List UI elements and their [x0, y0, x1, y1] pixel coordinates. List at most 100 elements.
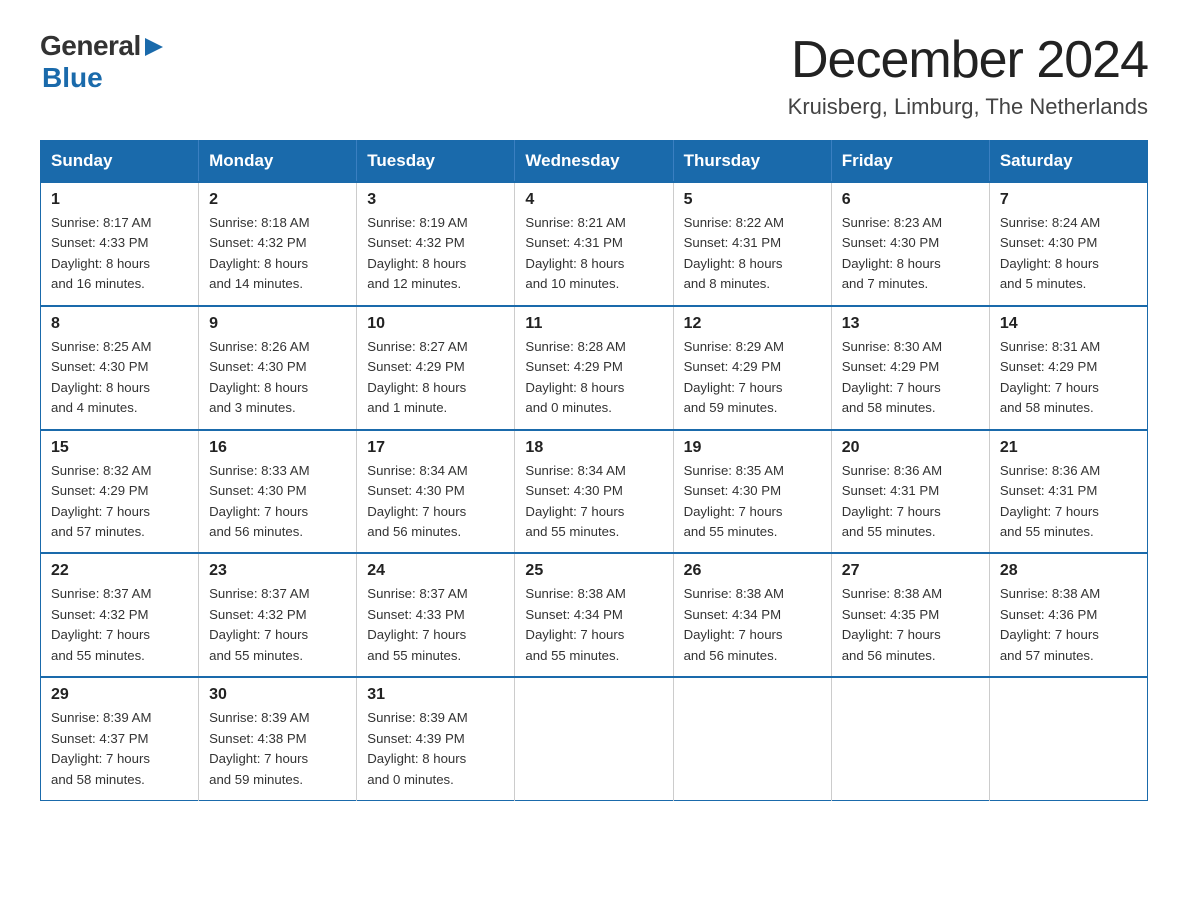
- calendar-cell: 15 Sunrise: 8:32 AMSunset: 4:29 PMDaylig…: [41, 430, 199, 554]
- day-number: 19: [684, 439, 821, 457]
- calendar-cell: 3 Sunrise: 8:19 AMSunset: 4:32 PMDayligh…: [357, 182, 515, 306]
- day-info: Sunrise: 8:30 AMSunset: 4:29 PMDaylight:…: [842, 337, 979, 419]
- day-number: 3: [367, 191, 504, 209]
- day-number: 2: [209, 191, 346, 209]
- week-row-2: 8 Sunrise: 8:25 AMSunset: 4:30 PMDayligh…: [41, 306, 1148, 430]
- week-row-5: 29 Sunrise: 8:39 AMSunset: 4:37 PMDaylig…: [41, 677, 1148, 800]
- day-number: 11: [525, 315, 662, 333]
- day-info: Sunrise: 8:38 AMSunset: 4:35 PMDaylight:…: [842, 584, 979, 666]
- calendar-cell: 28 Sunrise: 8:38 AMSunset: 4:36 PMDaylig…: [989, 553, 1147, 677]
- logo-general-text: General: [40, 30, 141, 62]
- calendar-cell: 14 Sunrise: 8:31 AMSunset: 4:29 PMDaylig…: [989, 306, 1147, 430]
- week-row-4: 22 Sunrise: 8:37 AMSunset: 4:32 PMDaylig…: [41, 553, 1148, 677]
- day-number: 4: [525, 191, 662, 209]
- day-info: Sunrise: 8:29 AMSunset: 4:29 PMDaylight:…: [684, 337, 821, 419]
- day-info: Sunrise: 8:33 AMSunset: 4:30 PMDaylight:…: [209, 461, 346, 543]
- day-number: 9: [209, 315, 346, 333]
- day-info: Sunrise: 8:37 AMSunset: 4:33 PMDaylight:…: [367, 584, 504, 666]
- calendar-cell: 16 Sunrise: 8:33 AMSunset: 4:30 PMDaylig…: [199, 430, 357, 554]
- day-number: 16: [209, 439, 346, 457]
- calendar-cell: [673, 677, 831, 800]
- logo: General Blue: [40, 30, 165, 94]
- day-info: Sunrise: 8:18 AMSunset: 4:32 PMDaylight:…: [209, 213, 346, 295]
- calendar-cell: 12 Sunrise: 8:29 AMSunset: 4:29 PMDaylig…: [673, 306, 831, 430]
- calendar-cell: 9 Sunrise: 8:26 AMSunset: 4:30 PMDayligh…: [199, 306, 357, 430]
- calendar-cell: 21 Sunrise: 8:36 AMSunset: 4:31 PMDaylig…: [989, 430, 1147, 554]
- week-row-3: 15 Sunrise: 8:32 AMSunset: 4:29 PMDaylig…: [41, 430, 1148, 554]
- day-number: 12: [684, 315, 821, 333]
- day-number: 10: [367, 315, 504, 333]
- day-info: Sunrise: 8:38 AMSunset: 4:34 PMDaylight:…: [684, 584, 821, 666]
- calendar-cell: 10 Sunrise: 8:27 AMSunset: 4:29 PMDaylig…: [357, 306, 515, 430]
- logo-blue-text: Blue: [42, 62, 103, 93]
- header-wednesday: Wednesday: [515, 141, 673, 183]
- day-number: 21: [1000, 439, 1137, 457]
- day-number: 22: [51, 562, 188, 580]
- calendar-cell: 5 Sunrise: 8:22 AMSunset: 4:31 PMDayligh…: [673, 182, 831, 306]
- day-info: Sunrise: 8:31 AMSunset: 4:29 PMDaylight:…: [1000, 337, 1137, 419]
- day-number: 26: [684, 562, 821, 580]
- calendar-cell: [989, 677, 1147, 800]
- calendar-cell: 7 Sunrise: 8:24 AMSunset: 4:30 PMDayligh…: [989, 182, 1147, 306]
- calendar-cell: 31 Sunrise: 8:39 AMSunset: 4:39 PMDaylig…: [357, 677, 515, 800]
- week-row-1: 1 Sunrise: 8:17 AMSunset: 4:33 PMDayligh…: [41, 182, 1148, 306]
- calendar-cell: 2 Sunrise: 8:18 AMSunset: 4:32 PMDayligh…: [199, 182, 357, 306]
- calendar-cell: 23 Sunrise: 8:37 AMSunset: 4:32 PMDaylig…: [199, 553, 357, 677]
- day-info: Sunrise: 8:32 AMSunset: 4:29 PMDaylight:…: [51, 461, 188, 543]
- calendar-cell: 8 Sunrise: 8:25 AMSunset: 4:30 PMDayligh…: [41, 306, 199, 430]
- day-info: Sunrise: 8:36 AMSunset: 4:31 PMDaylight:…: [1000, 461, 1137, 543]
- header-saturday: Saturday: [989, 141, 1147, 183]
- header-thursday: Thursday: [673, 141, 831, 183]
- day-number: 6: [842, 191, 979, 209]
- calendar-cell: 11 Sunrise: 8:28 AMSunset: 4:29 PMDaylig…: [515, 306, 673, 430]
- calendar-cell: 13 Sunrise: 8:30 AMSunset: 4:29 PMDaylig…: [831, 306, 989, 430]
- day-info: Sunrise: 8:35 AMSunset: 4:30 PMDaylight:…: [684, 461, 821, 543]
- calendar-cell: 6 Sunrise: 8:23 AMSunset: 4:30 PMDayligh…: [831, 182, 989, 306]
- calendar-cell: [831, 677, 989, 800]
- calendar-cell: 19 Sunrise: 8:35 AMSunset: 4:30 PMDaylig…: [673, 430, 831, 554]
- day-number: 17: [367, 439, 504, 457]
- day-number: 5: [684, 191, 821, 209]
- title-section: December 2024 Kruisberg, Limburg, The Ne…: [788, 30, 1148, 120]
- day-info: Sunrise: 8:39 AMSunset: 4:37 PMDaylight:…: [51, 708, 188, 790]
- day-info: Sunrise: 8:17 AMSunset: 4:33 PMDaylight:…: [51, 213, 188, 295]
- header-tuesday: Tuesday: [357, 141, 515, 183]
- day-info: Sunrise: 8:21 AMSunset: 4:31 PMDaylight:…: [525, 213, 662, 295]
- day-info: Sunrise: 8:38 AMSunset: 4:36 PMDaylight:…: [1000, 584, 1137, 666]
- calendar-cell: 18 Sunrise: 8:34 AMSunset: 4:30 PMDaylig…: [515, 430, 673, 554]
- day-number: 27: [842, 562, 979, 580]
- calendar-cell: 26 Sunrise: 8:38 AMSunset: 4:34 PMDaylig…: [673, 553, 831, 677]
- day-info: Sunrise: 8:37 AMSunset: 4:32 PMDaylight:…: [209, 584, 346, 666]
- day-number: 29: [51, 686, 188, 704]
- calendar-cell: 20 Sunrise: 8:36 AMSunset: 4:31 PMDaylig…: [831, 430, 989, 554]
- day-info: Sunrise: 8:39 AMSunset: 4:39 PMDaylight:…: [367, 708, 504, 790]
- day-info: Sunrise: 8:39 AMSunset: 4:38 PMDaylight:…: [209, 708, 346, 790]
- day-number: 30: [209, 686, 346, 704]
- day-number: 20: [842, 439, 979, 457]
- day-info: Sunrise: 8:38 AMSunset: 4:34 PMDaylight:…: [525, 584, 662, 666]
- day-info: Sunrise: 8:24 AMSunset: 4:30 PMDaylight:…: [1000, 213, 1137, 295]
- day-number: 28: [1000, 562, 1137, 580]
- day-number: 7: [1000, 191, 1137, 209]
- calendar-cell: 4 Sunrise: 8:21 AMSunset: 4:31 PMDayligh…: [515, 182, 673, 306]
- day-number: 23: [209, 562, 346, 580]
- calendar-cell: [515, 677, 673, 800]
- header-monday: Monday: [199, 141, 357, 183]
- header-friday: Friday: [831, 141, 989, 183]
- day-info: Sunrise: 8:36 AMSunset: 4:31 PMDaylight:…: [842, 461, 979, 543]
- day-number: 15: [51, 439, 188, 457]
- day-info: Sunrise: 8:34 AMSunset: 4:30 PMDaylight:…: [525, 461, 662, 543]
- page-header: General Blue December 2024 Kruisberg, Li…: [40, 30, 1148, 120]
- location-subtitle: Kruisberg, Limburg, The Netherlands: [788, 94, 1148, 120]
- header-sunday: Sunday: [41, 141, 199, 183]
- day-number: 1: [51, 191, 188, 209]
- calendar-cell: 27 Sunrise: 8:38 AMSunset: 4:35 PMDaylig…: [831, 553, 989, 677]
- logo-arrow-icon: [143, 36, 165, 58]
- day-info: Sunrise: 8:19 AMSunset: 4:32 PMDaylight:…: [367, 213, 504, 295]
- day-info: Sunrise: 8:27 AMSunset: 4:29 PMDaylight:…: [367, 337, 504, 419]
- calendar-cell: 1 Sunrise: 8:17 AMSunset: 4:33 PMDayligh…: [41, 182, 199, 306]
- calendar-header-row: SundayMondayTuesdayWednesdayThursdayFrid…: [41, 141, 1148, 183]
- calendar-cell: 22 Sunrise: 8:37 AMSunset: 4:32 PMDaylig…: [41, 553, 199, 677]
- calendar-cell: 29 Sunrise: 8:39 AMSunset: 4:37 PMDaylig…: [41, 677, 199, 800]
- day-info: Sunrise: 8:28 AMSunset: 4:29 PMDaylight:…: [525, 337, 662, 419]
